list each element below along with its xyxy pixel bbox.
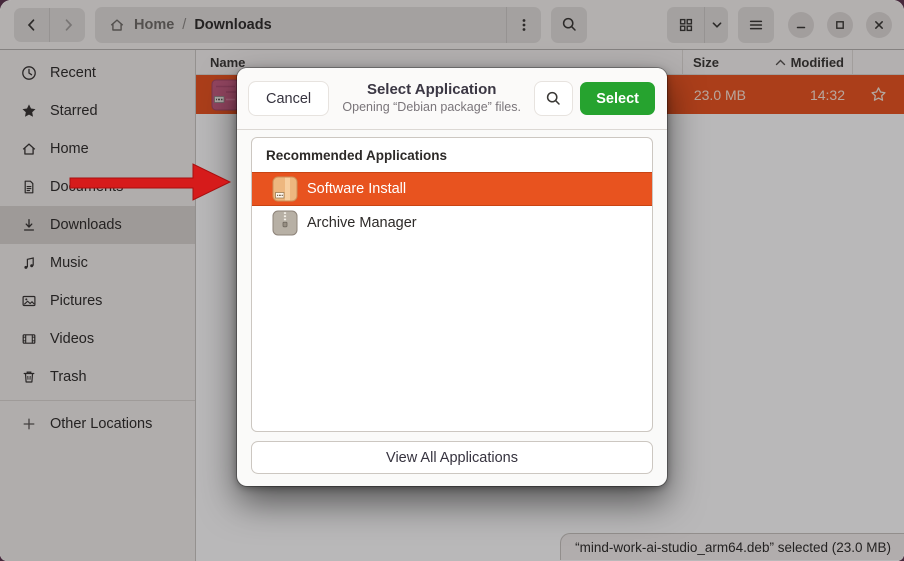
dialog-title: Select Application (367, 81, 496, 100)
recommended-section-header: Recommended Applications (252, 138, 652, 172)
select-button[interactable]: Select (580, 82, 655, 115)
app-name: Archive Manager (307, 215, 417, 231)
app-row-software-install[interactable]: Software Install (252, 172, 652, 206)
dialog-body: Recommended Applications Software Instal… (237, 130, 667, 486)
archive-manager-icon (272, 210, 298, 236)
cancel-button[interactable]: Cancel (249, 82, 328, 115)
search-icon (545, 90, 562, 107)
application-list: Recommended Applications Software Instal… (251, 137, 653, 432)
view-all-applications-button[interactable]: View All Applications (251, 441, 653, 474)
dialog-header: Cancel Select Application Opening “Debia… (237, 68, 667, 130)
dialog-title-block: Select Application Opening “Debian packa… (328, 81, 535, 115)
app-row-archive-manager[interactable]: Archive Manager (252, 206, 652, 240)
dialog-subtitle: Opening “Debian package” files. (342, 100, 521, 116)
app-name: Software Install (307, 181, 406, 197)
software-install-icon (272, 176, 298, 202)
select-application-dialog: Cancel Select Application Opening “Debia… (237, 68, 667, 486)
dialog-search-button[interactable] (535, 82, 572, 115)
